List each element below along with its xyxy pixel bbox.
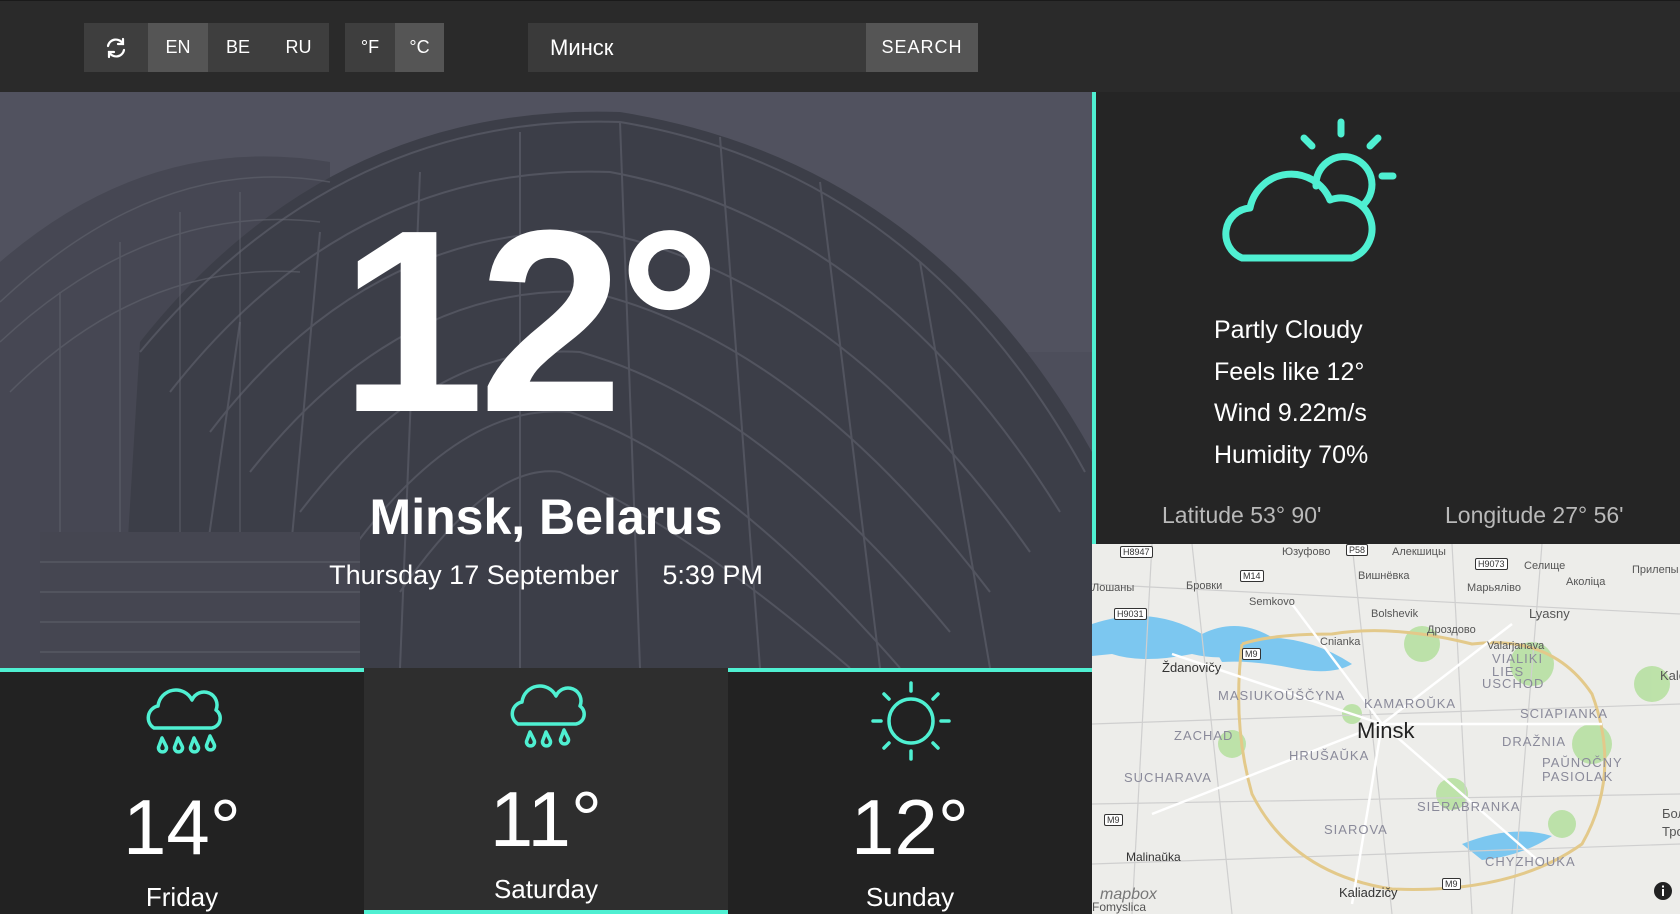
- map-label: Bolshevik: [1371, 608, 1419, 620]
- map-label: Kalo: [1660, 668, 1680, 683]
- rain-cloud-icon: [146, 688, 222, 754]
- road-marker: M14: [1240, 570, 1264, 582]
- map-label: Lyasny: [1529, 606, 1570, 621]
- map-label: Прилепы: [1632, 564, 1679, 576]
- current-time: 5:39 PM: [662, 560, 763, 590]
- map-district: VIALIKI LIES: [1492, 651, 1544, 679]
- road-marker: M9: [1242, 648, 1261, 660]
- current-date: Thursday 17 September: [329, 560, 619, 590]
- map-label: Алекшицы: [1392, 546, 1446, 558]
- map-district: SIERABRANKA: [1417, 799, 1521, 814]
- map-district: HRUŠAŬKA: [1289, 748, 1370, 763]
- map-label: Селище: [1524, 560, 1566, 572]
- date-time: Thursday 17 September 5:39 PM: [0, 560, 1092, 591]
- city-map[interactable]: Юзуфово Алекшицы Вишнёвка Селище Аколіца…: [1092, 544, 1680, 914]
- road-marker: M9: [1104, 814, 1123, 826]
- mapbox-logo[interactable]: mapbox: [1100, 886, 1157, 904]
- feels-like-text: Feels like 12°: [1214, 357, 1365, 386]
- forecast-day-card: 11° Saturday: [364, 668, 728, 914]
- road-marker: H9031: [1114, 608, 1147, 620]
- lang-en-button[interactable]: EN: [148, 23, 208, 72]
- map-district: CHYZHOUKA: [1485, 854, 1576, 869]
- map-label: Тро: [1662, 824, 1680, 839]
- current-weather-panel: 12° Minsk, Belarus Thursday 17 September…: [0, 92, 1092, 668]
- current-temperature: 12°: [340, 177, 721, 467]
- rain-cloud-icon: [510, 684, 586, 748]
- location-name: Minsk, Belarus: [369, 489, 723, 545]
- map-district: MASIUKOŬŠČYNA: [1218, 688, 1346, 703]
- forecast-day-name: Friday: [145, 882, 219, 912]
- map-label: Cnianka: [1320, 636, 1361, 648]
- weather-details-panel: Partly Cloudy Feels like 12° Wind 9.22m/…: [1092, 92, 1680, 544]
- road-marker: H9073: [1475, 558, 1508, 570]
- map-label: Malinaŭka: [1126, 850, 1181, 864]
- road-marker: H8947: [1120, 546, 1153, 558]
- refresh-icon: [106, 37, 126, 58]
- condition-text: Partly Cloudy: [1214, 316, 1363, 344]
- search-button[interactable]: SEARCH: [866, 23, 978, 72]
- forecast-day-card: 12° Sunday: [728, 668, 1092, 914]
- forecast-day-name: Sunday: [865, 882, 955, 912]
- map-district: SIAROVA: [1324, 822, 1388, 837]
- weather-detail-list: Partly Cloudy Feels like 12° Wind 9.22m/…: [1214, 310, 1368, 476]
- top-toolbar: EN BE RU °F °C SEARCH: [0, 0, 1680, 92]
- longitude-text: Longitude 27° 56': [1445, 502, 1624, 528]
- map-label: Kaliadzičy: [1339, 885, 1398, 900]
- road-marker: M9: [1442, 878, 1461, 890]
- map-label: Юзуфово: [1282, 546, 1331, 558]
- lang-ru-button[interactable]: RU: [268, 23, 329, 72]
- humidity-text: Humidity 70%: [1214, 440, 1369, 469]
- forecast-day-name: Saturday: [493, 874, 599, 904]
- refresh-button[interactable]: [84, 23, 148, 72]
- forecast-day-card: 14° Friday: [0, 668, 364, 914]
- map-district: SCIAPIANKA: [1520, 706, 1609, 721]
- lang-be-button[interactable]: BE: [208, 23, 268, 72]
- sun-icon: [871, 681, 951, 761]
- map-label: Лошаны: [1092, 582, 1135, 594]
- map-city-label: Minsk: [1357, 718, 1415, 743]
- map-district: USCHOD: [1482, 676, 1545, 691]
- road-marker: P58: [1346, 544, 1369, 556]
- map-district: KAMAROŬKA: [1364, 696, 1457, 711]
- map-label: Ždanovičy: [1162, 660, 1222, 675]
- map-label: Semkovo: [1249, 596, 1295, 608]
- forecast-temperature: 12°: [851, 783, 969, 871]
- latitude-text: Latitude 53° 90': [1162, 502, 1322, 528]
- unit-fahrenheit-button[interactable]: °F: [345, 23, 395, 72]
- map-label: Бол: [1662, 806, 1680, 821]
- search-input[interactable]: [528, 23, 878, 72]
- map-label: Бровки: [1186, 580, 1223, 592]
- map-district: DRAŽNIA: [1502, 734, 1567, 749]
- info-icon[interactable]: [1652, 880, 1674, 902]
- wind-text: Wind 9.22m/s: [1214, 399, 1367, 427]
- partly-cloudy-icon: [1222, 118, 1397, 262]
- map-label: Аколіца: [1566, 576, 1606, 588]
- map-label: Вишнёвка: [1358, 570, 1410, 582]
- map-district: PAŬNOČNY PASIOLAK: [1542, 755, 1623, 784]
- forecast-temperature: 11°: [489, 775, 603, 863]
- map-district: SUCHARAVA: [1124, 770, 1212, 785]
- map-district: ZACHAD: [1174, 728, 1234, 743]
- map-label: Дроздово: [1427, 624, 1476, 636]
- forecast-temperature: 14°: [123, 783, 241, 871]
- unit-celsius-button[interactable]: °C: [395, 23, 444, 72]
- map-label: Марьялiвo: [1467, 582, 1522, 594]
